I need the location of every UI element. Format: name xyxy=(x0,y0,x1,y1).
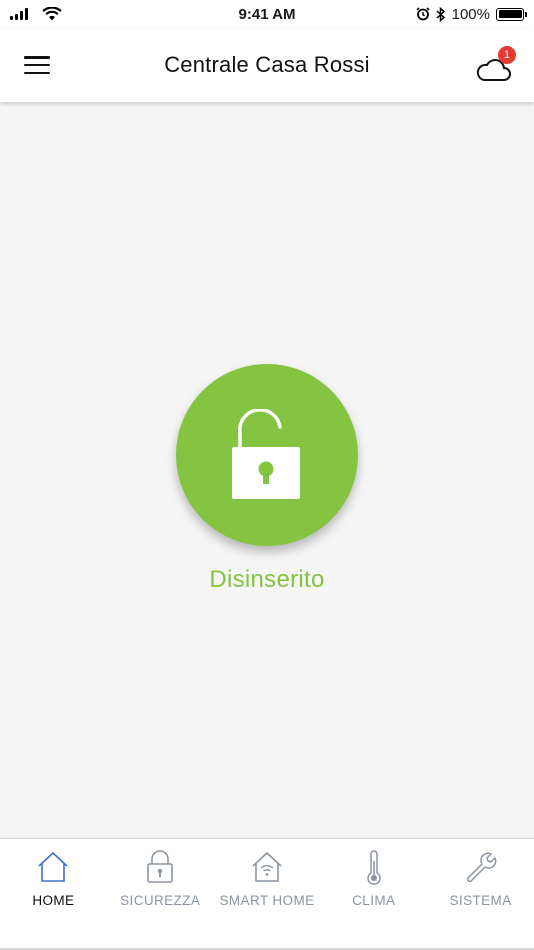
tab-sistema-label: SISTEMA xyxy=(449,893,512,908)
wrench-icon xyxy=(463,849,499,885)
status-bar: 9:41 AM 100% xyxy=(0,0,534,28)
home-icon xyxy=(35,849,71,885)
tab-sicurezza[interactable]: SICUREZZA xyxy=(107,839,214,950)
battery-icon xyxy=(496,7,527,21)
smart-home-icon xyxy=(249,849,285,885)
tab-smart-home-label: SMART HOME xyxy=(219,893,315,908)
bottom-tab-bar: HOME SICUREZZA SMART HOME CLIMA SISTEMA xyxy=(0,838,534,950)
tab-home-label: HOME xyxy=(32,893,75,908)
bluetooth-icon xyxy=(436,6,445,22)
alarm-status-label: Disinserito xyxy=(209,566,325,593)
tab-clima-label: CLIMA xyxy=(352,893,396,908)
battery-percent: 100% xyxy=(451,5,490,23)
lock-icon xyxy=(142,849,178,885)
menu-button[interactable] xyxy=(24,54,50,76)
alarm-toggle-button[interactable] xyxy=(176,364,358,546)
hamburger-icon xyxy=(24,56,50,59)
unlocked-padlock-icon xyxy=(232,409,300,499)
tab-clima[interactable]: CLIMA xyxy=(320,839,427,950)
main-content: Disinserito xyxy=(0,102,534,838)
page-title: Centrale Casa Rossi xyxy=(164,52,370,77)
thermometer-icon xyxy=(356,849,392,885)
cloud-notifications-button[interactable]: 1 xyxy=(476,46,516,82)
tab-sistema[interactable]: SISTEMA xyxy=(427,839,534,950)
status-right: 100% xyxy=(416,5,527,23)
status-left xyxy=(10,7,62,21)
signal-icon xyxy=(10,8,28,20)
tab-home[interactable]: HOME xyxy=(0,839,107,950)
alarm-clock-icon xyxy=(416,7,430,21)
tab-sicurezza-label: SICUREZZA xyxy=(120,893,201,908)
wifi-icon xyxy=(42,7,62,21)
app-header: Centrale Casa Rossi 1 xyxy=(0,28,534,102)
notification-badge: 1 xyxy=(498,46,516,64)
tab-smart-home[interactable]: SMART HOME xyxy=(214,839,321,950)
